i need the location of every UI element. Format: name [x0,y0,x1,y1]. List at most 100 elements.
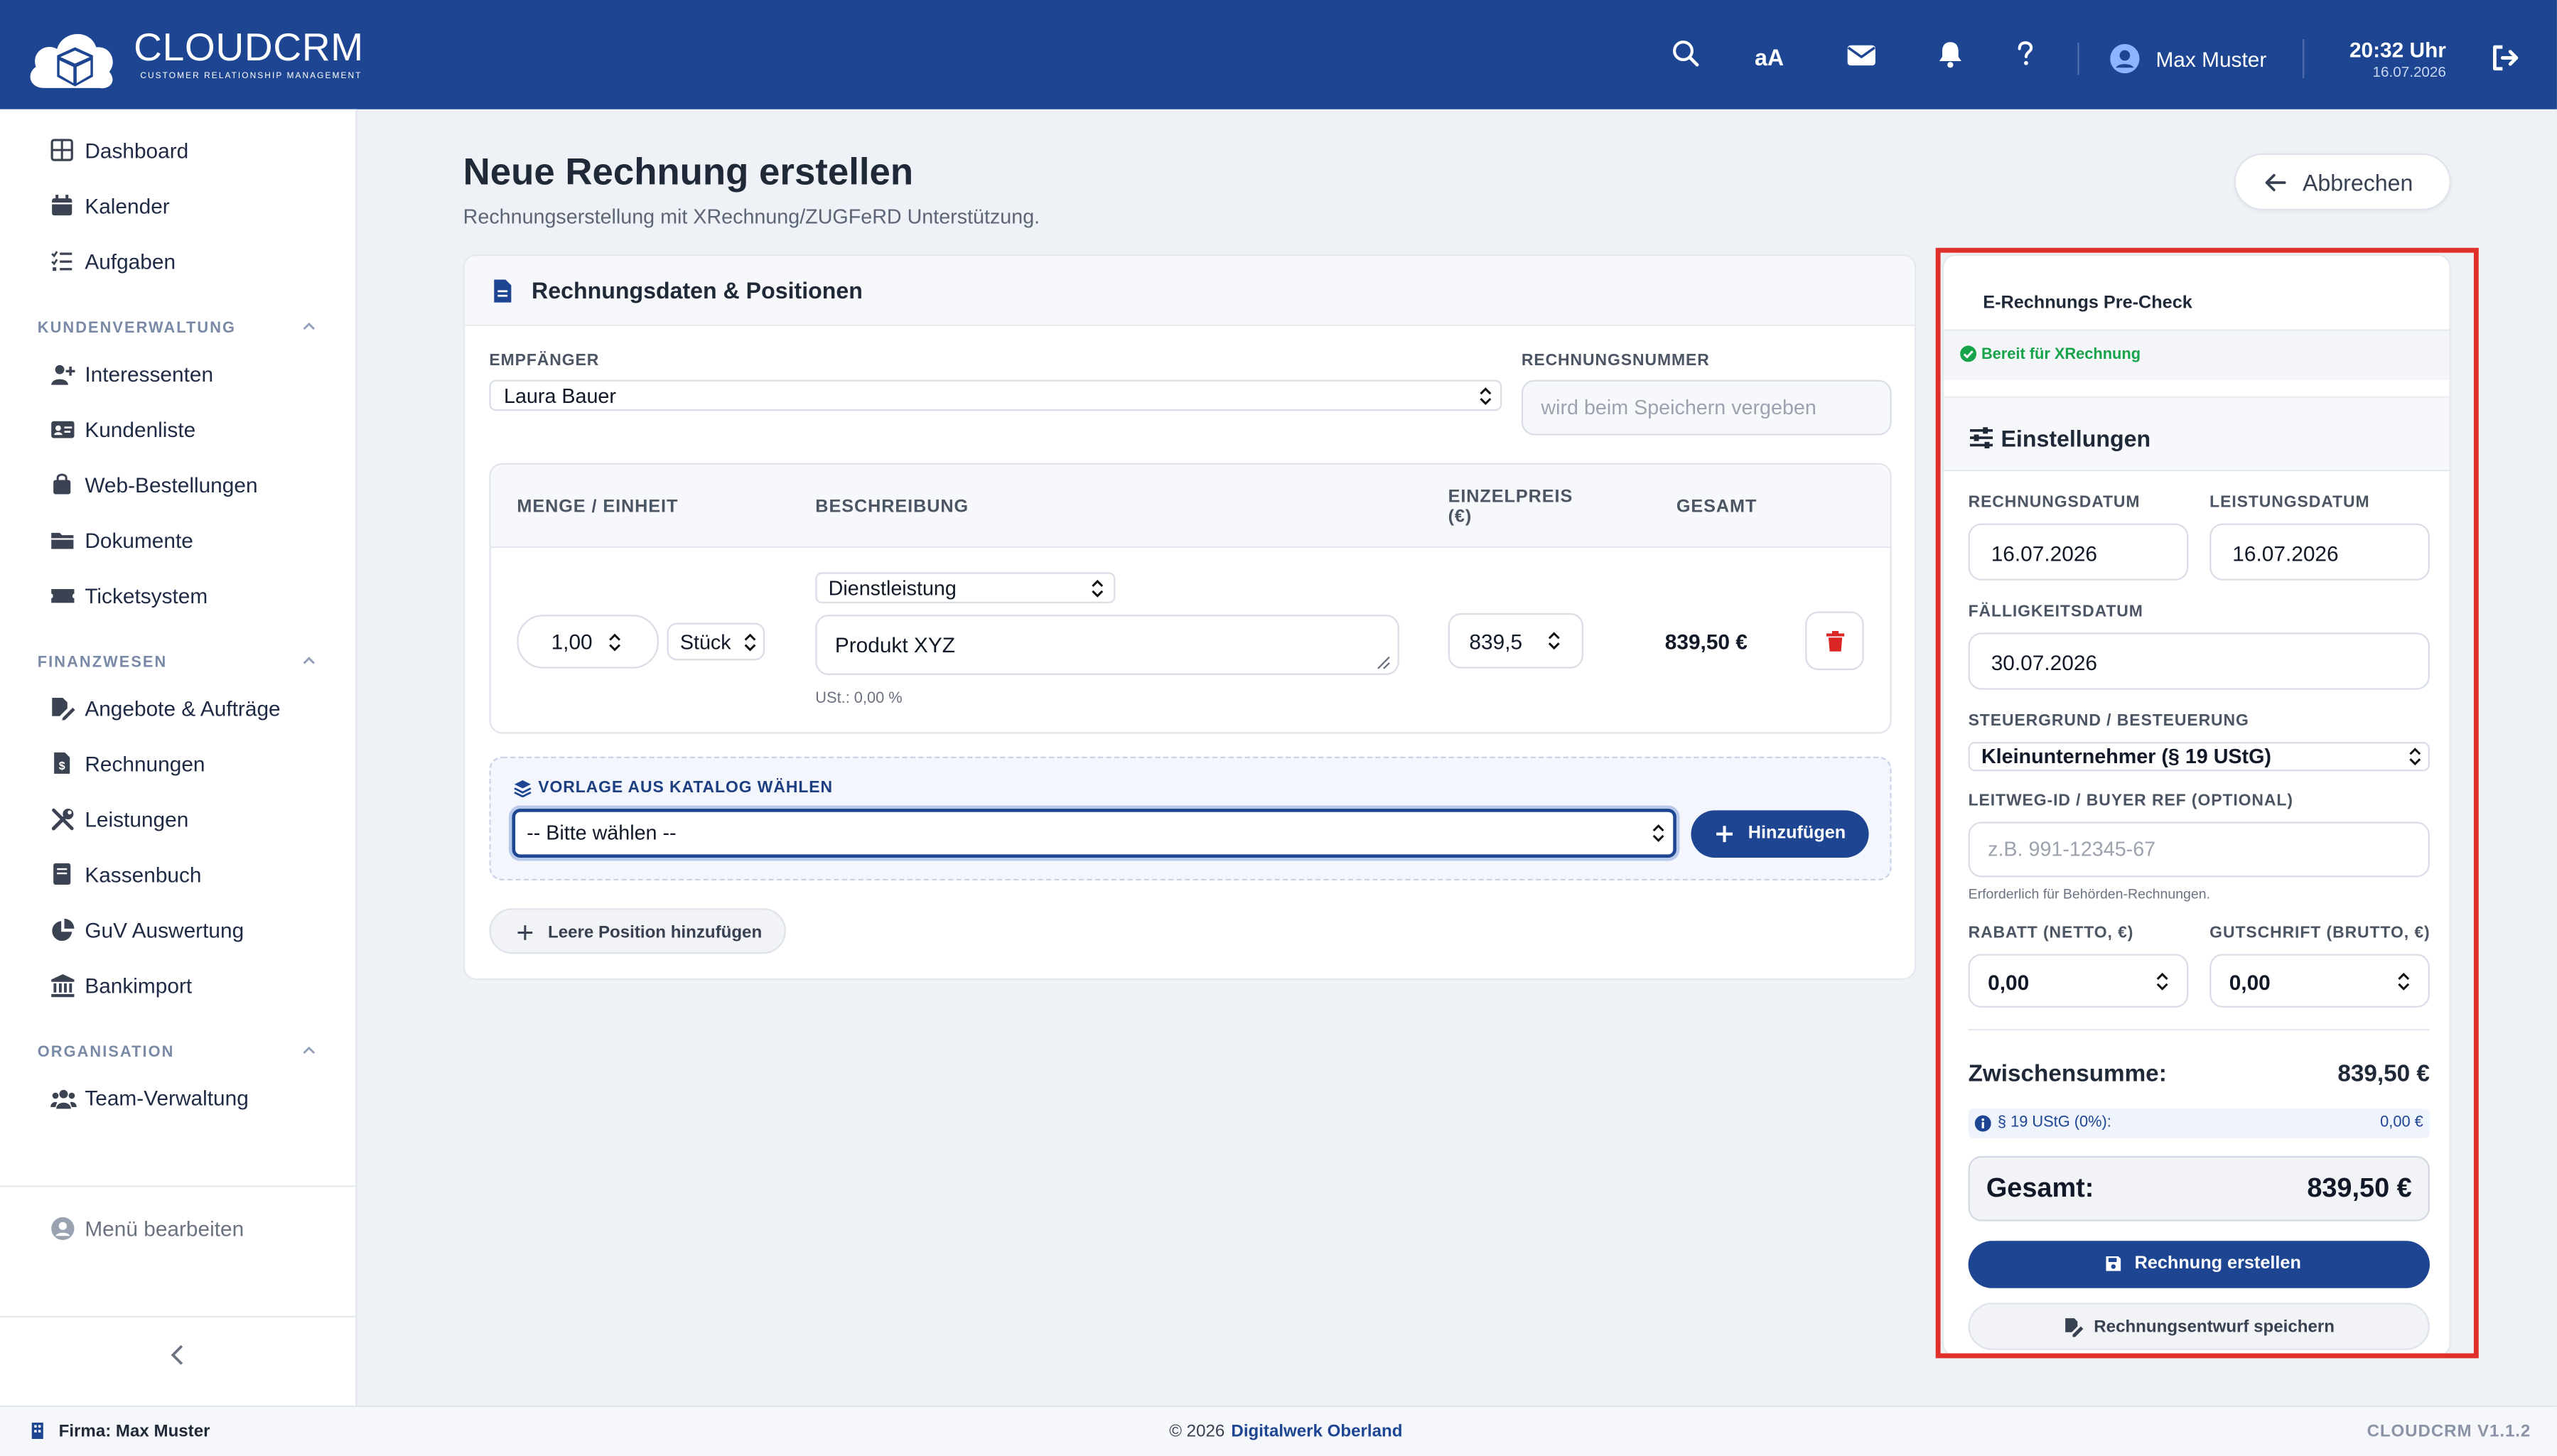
folder-icon [50,528,77,554]
line-total: 839,50 € [1664,629,1748,654]
cancel-button[interactable]: Abbrechen [2234,153,2451,211]
sidebar-item-label: Team-Verwaltung [85,1086,249,1111]
plus-icon [1716,825,1733,843]
sidebar-item-label: GuV Auswertung [85,917,244,943]
quantity-stepper[interactable]: 1,00 [517,615,660,669]
clock-date: 16.07.2026 [2372,63,2446,80]
catalog-label: VORLAGE AUS KATALOG WÄHLEN [538,779,834,798]
users-icon [50,1086,77,1112]
id-card-icon [50,417,77,443]
sidebar-item-kundenliste[interactable]: Kundenliste [0,403,355,458]
invoice-icon: $ [50,752,77,778]
sidebar-item-angebote[interactable]: Angebote & Aufträge [0,681,355,737]
highlight-frame [1935,247,2479,1359]
sidebar-item-web-bestellungen[interactable]: Web-Bestellungen [0,458,355,514]
unit-price-input[interactable]: 839,5 [1448,613,1584,669]
search-icon[interactable] [1672,39,1704,72]
sidebar-item-label: Angebote & Aufträge [85,696,281,721]
footer-copyright: © 2026 [1169,1421,1225,1442]
sidebar-item-dokumente[interactable]: Dokumente [0,514,355,569]
stepper-icon[interactable] [1548,631,1561,651]
ticket-icon [50,583,77,610]
file-icon [492,279,512,303]
sidebar-item-kalender[interactable]: Kalender [0,179,355,234]
column-header-quantity: MENGE / EINHEIT [517,497,679,517]
footer-version: CLOUDCRM V1.1.2 [2367,1421,2531,1442]
sidebar-section-title: ORGANISATION [37,1043,175,1062]
sidebar-item-label: Dokumente [85,528,193,553]
sidebar-item-dashboard[interactable]: Dashboard [0,124,355,179]
sidebar-item-label: Aufgaben [85,249,176,274]
unit-select[interactable]: Stück [667,622,765,661]
svg-text:$: $ [59,760,65,772]
text-size-button[interactable]: aA [1755,44,1784,70]
sidebar-item-team-verwaltung[interactable]: Team-Verwaltung [0,1072,355,1127]
catalog-box: VORLAGE AUS KATALOG WÄHLEN -- Bitte wähl… [489,756,1892,881]
chevron-up-icon[interactable] [302,1044,318,1060]
footer-company: Firma: Max Muster [58,1421,210,1442]
mail-icon[interactable] [1846,39,1878,72]
tools-icon [50,807,77,834]
sidebar-item-kassenbuch[interactable]: Kassenbuch [0,848,355,903]
sidebar: Dashboard Kalender Aufgaben KUNDENVERWAL… [0,109,357,1406]
logout-icon[interactable] [2490,43,2523,75]
sidebar-item-label: Kundenliste [85,417,196,442]
sidebar-item-bankimport[interactable]: Bankimport [0,959,355,1014]
type-select[interactable]: Dienstleistung [815,572,1116,604]
user-circle-icon [50,1217,77,1243]
recipient-value: Laura Bauer [504,384,616,408]
resize-handle-icon[interactable] [1377,655,1391,670]
user-avatar-icon[interactable] [2110,43,2140,74]
user-name[interactable]: Max Muster [2155,48,2266,72]
trash-icon [1826,631,1845,652]
sidebar-item-leistungen[interactable]: Leistungen [0,792,355,848]
bank-icon [50,974,77,1000]
footer-company-link[interactable]: Digitalwerk Oberland [1231,1422,1402,1442]
table-row: 1,00 Stück Dienstleistung Produkt XYZ US… [491,549,1890,732]
column-header-total: GESAMT [1676,497,1757,517]
edit-menu-button[interactable]: Menü bearbeiten [0,1202,355,1257]
sidebar-item-guv[interactable]: GuV Auswertung [0,903,355,959]
stepper-icon[interactable] [608,632,621,652]
recipient-label: EMPFÄNGER [489,352,600,370]
add-empty-position-button[interactable]: Leere Position hinzufügen [489,908,786,954]
invoice-card: Rechnungsdaten & Positionen EMPFÄNGER La… [463,254,1917,981]
help-icon[interactable] [2010,39,2043,72]
file-signature-icon [50,696,77,723]
chevron-up-icon[interactable] [302,654,318,670]
delete-position-button[interactable] [1805,611,1864,671]
select-chevron-icon [743,632,756,652]
add-catalog-button[interactable]: Hinzufügen [1691,810,1869,858]
invoice-number-input[interactable]: wird beim Speichern vergeben [1521,379,1892,436]
user-plus-icon [50,362,77,388]
header-divider [2302,39,2305,79]
arrow-left-icon [2263,171,2286,194]
bell-icon[interactable] [1936,39,1969,72]
pie-chart-icon [50,918,77,944]
cancel-label: Abbrechen [2302,169,2413,196]
sidebar-section-title: KUNDENVERWALTUNG [37,319,237,338]
app-root: CLOUDCRM CUSTOMER RELATIONSHIP MANAGEMEN… [0,0,2557,1456]
positions-table: MENGE / EINHEIT BESCHREIBUNG EINZELPREIS… [489,463,1892,734]
catalog-select[interactable]: -- Bitte wählen -- [512,809,1676,858]
type-value: Dienstleistung [828,577,957,600]
description-value: Produkt XYZ [834,632,955,657]
building-icon [31,1422,44,1440]
column-header-unit-price: EINZELPREIS (€) [1448,487,1573,527]
chevron-up-icon[interactable] [302,320,318,336]
sidebar-section-title: FINANZWESEN [37,654,168,672]
recipient-select[interactable]: Laura Bauer [489,379,1502,411]
description-textarea[interactable]: Produkt XYZ [815,615,1399,675]
sidebar-item-ticketsystem[interactable]: Ticketsystem [0,569,355,625]
sidebar-item-interessenten[interactable]: Interessenten [0,347,355,403]
sidebar-item-aufgaben[interactable]: Aufgaben [0,234,355,290]
invoice-card-title: Rechnungsdaten & Positionen [532,277,863,303]
collapse-sidebar-icon[interactable] [168,1344,188,1366]
cloud-logo-icon[interactable] [24,23,119,95]
add-catalog-label: Hinzufügen [1748,823,1846,843]
add-empty-position-label: Leere Position hinzufügen [547,922,763,943]
sidebar-item-label: Ticketsystem [85,583,208,608]
sidebar-item-rechnungen[interactable]: $ Rechnungen [0,737,355,792]
invoice-number-placeholder: wird beim Speichern vergeben [1541,396,1816,419]
plus-icon [517,924,533,941]
